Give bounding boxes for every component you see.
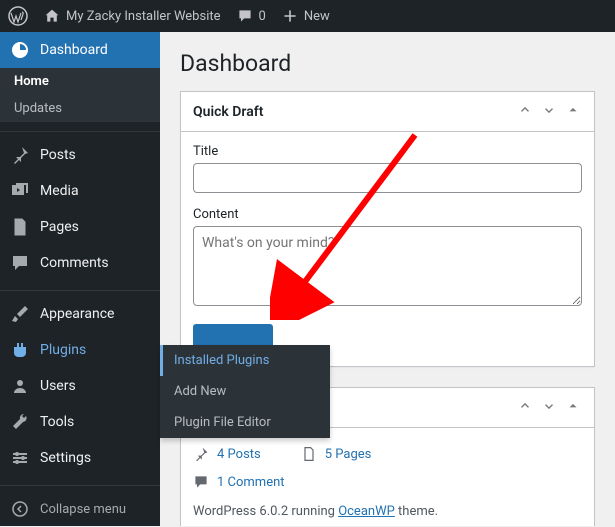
wp-logo[interactable] [0,0,36,32]
new-content-link[interactable]: New [274,0,338,32]
glance-posts-link[interactable]: 4 Posts [193,446,261,462]
menu-pages-label: Pages [40,219,79,235]
quick-draft-box: Quick Draft Title Content [180,91,595,367]
glance-pages-label: 5 Pages [325,447,372,462]
move-up-icon[interactable] [516,100,534,123]
glance-comments-label: 1 Comment [217,475,285,490]
pages-icon [10,217,30,237]
menu-separator [0,481,160,486]
site-name: My Zacky Installer Website [66,9,221,24]
menu-comments[interactable]: Comments [0,245,160,281]
admin-sidebar: Dashboard Home Updates Posts Media Pages… [0,32,160,526]
submenu-updates[interactable]: Updates [0,95,160,122]
comments-icon [10,253,30,273]
users-icon [10,376,30,396]
collapse-label: Collapse menu [40,502,126,517]
plugins-flyout: Installed Plugins Add New Plugin File Ed… [160,345,330,438]
comments-link[interactable]: 0 [229,0,274,32]
pin-icon [193,446,209,462]
menu-plugins-label: Plugins [40,342,86,358]
submenu-dashboard: Home Updates [0,68,160,122]
menu-settings[interactable]: Settings [0,440,160,476]
menu-dashboard[interactable]: Dashboard [0,32,160,68]
comment-icon [237,8,253,24]
pages-icon [301,446,317,462]
glance-posts-label: 4 Posts [217,447,261,462]
toggle-panel-icon[interactable] [564,100,582,123]
admin-toolbar: My Zacky Installer Website 0 New [0,0,615,32]
menu-media-label: Media [40,183,79,199]
glance-pages-link[interactable]: 5 Pages [301,446,372,462]
media-icon [10,181,30,201]
menu-plugins[interactable]: Plugins [0,332,160,368]
menu-settings-label: Settings [40,450,91,466]
menu-appearance-label: Appearance [40,306,114,322]
wp-version-text: WordPress 6.0.2 running [193,504,338,519]
menu-comments-label: Comments [40,255,109,271]
menu-appearance[interactable]: Appearance [0,296,160,332]
menu-pages[interactable]: Pages [0,209,160,245]
comment-icon [193,474,209,490]
submenu-home[interactable]: Home [0,68,160,95]
tools-icon [10,412,30,432]
menu-dashboard-label: Dashboard [40,42,108,58]
settings-icon [10,448,30,468]
menu-users[interactable]: Users [0,368,160,404]
wordpress-logo-icon [8,6,28,26]
dashboard-icon [10,40,30,60]
content-label: Content [193,207,582,222]
home-icon [44,8,60,24]
flyout-add-new[interactable]: Add New [160,376,330,407]
menu-users-label: Users [40,378,76,394]
collapse-menu[interactable]: Collapse menu [0,491,160,527]
draft-content-input[interactable] [193,226,582,306]
plus-icon [282,8,298,24]
footer-suffix: theme. [395,504,438,519]
plugin-icon [10,340,30,360]
main-content: Dashboard Quick Draft Title Content [160,32,615,526]
title-label: Title [193,144,582,159]
move-down-icon[interactable] [540,396,558,419]
menu-posts[interactable]: Posts [0,137,160,173]
menu-posts-label: Posts [40,147,76,163]
glance-comments-link[interactable]: 1 Comment [193,474,285,490]
new-label: New [304,9,330,24]
quick-draft-title: Quick Draft [193,104,263,120]
flyout-plugin-editor[interactable]: Plugin File Editor [160,407,330,438]
pin-icon [10,145,30,165]
menu-separator [0,286,160,291]
collapse-icon [10,499,30,519]
comments-count: 0 [259,9,266,24]
quick-draft-header: Quick Draft [181,92,594,132]
menu-tools-label: Tools [40,414,74,430]
toggle-panel-icon[interactable] [564,396,582,419]
menu-media[interactable]: Media [0,173,160,209]
brush-icon [10,304,30,324]
theme-link[interactable]: OceanWP [338,504,395,519]
flyout-installed-plugins[interactable]: Installed Plugins [160,345,330,376]
glance-footer: WordPress 6.0.2 running OceanWP theme. [193,496,582,519]
site-name-link[interactable]: My Zacky Installer Website [36,0,229,32]
move-down-icon[interactable] [540,100,558,123]
menu-tools[interactable]: Tools [0,404,160,440]
draft-title-input[interactable] [193,163,582,193]
page-title: Dashboard [180,32,595,91]
menu-separator [0,127,160,132]
move-up-icon[interactable] [516,396,534,419]
